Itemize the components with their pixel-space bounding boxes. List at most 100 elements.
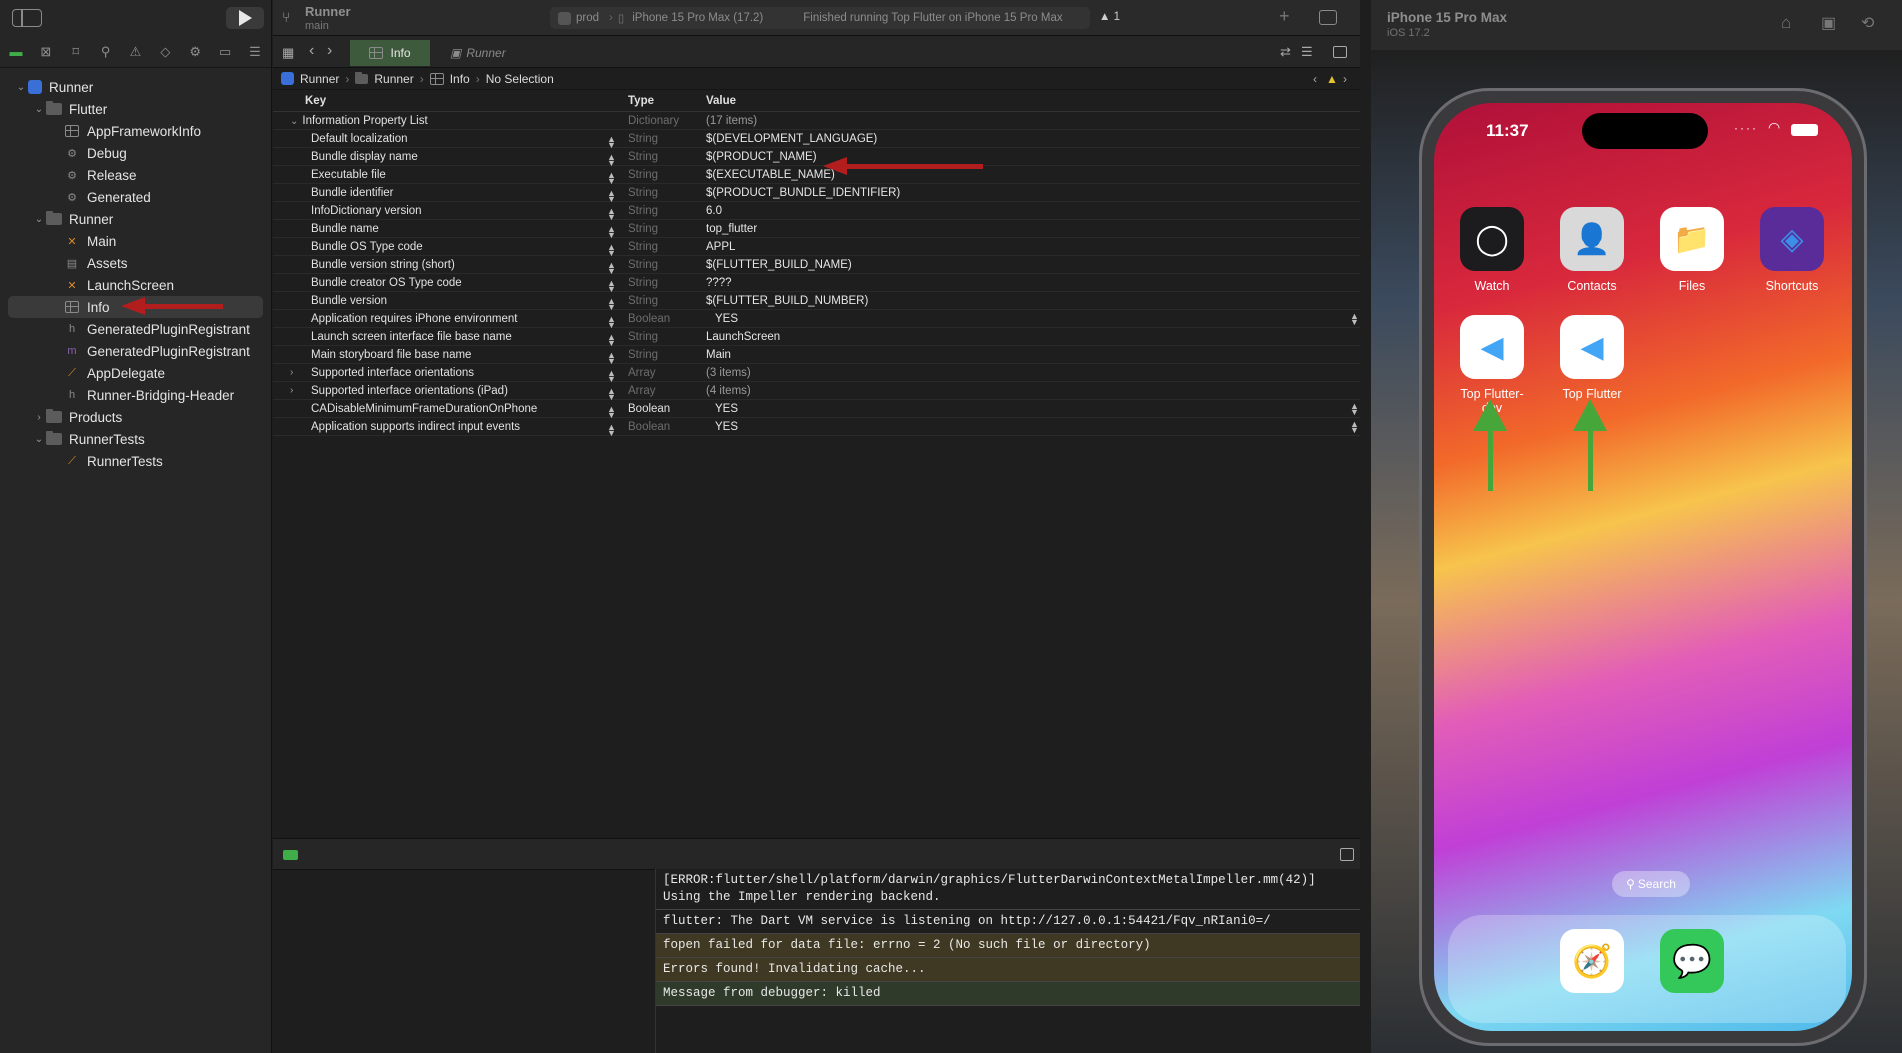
plist-value[interactable]: APPL bbox=[706, 241, 1360, 253]
plist-value[interactable]: YES ▲ ▼ bbox=[706, 420, 1360, 435]
inspector-toggle-icon[interactable] bbox=[1319, 10, 1337, 25]
key-stepper-icon[interactable]: ▲ ▼ bbox=[607, 242, 616, 257]
warning-icon[interactable]: ▲ bbox=[1326, 72, 1338, 86]
disclosure-icon[interactable]: ⌄ bbox=[32, 214, 46, 225]
source-control-icon[interactable]: ⊠ bbox=[38, 44, 54, 60]
column-key[interactable]: Key bbox=[273, 95, 624, 107]
warning-icon[interactable]: ⚠ bbox=[128, 44, 144, 60]
plist-value[interactable]: (4 items) bbox=[706, 385, 1360, 397]
tree-item[interactable]: ⚙ Debug bbox=[0, 142, 271, 164]
plist-type[interactable]: String bbox=[624, 187, 706, 199]
safari-icon[interactable]: 🧭 bbox=[1560, 929, 1624, 993]
plist-value[interactable]: $(FLUTTER_BUILD_NUMBER) bbox=[706, 295, 1360, 307]
tree-item[interactable]: ⌄ Runner bbox=[0, 208, 271, 230]
plist-type[interactable]: String bbox=[624, 169, 706, 181]
plist-row[interactable]: › Supported interface orientations ▲ ▼ Array… bbox=[273, 364, 1360, 383]
plist-type[interactable]: String bbox=[624, 133, 706, 145]
key-stepper-icon[interactable]: ▲ ▼ bbox=[607, 296, 616, 311]
folder-icon[interactable]: ▬ bbox=[8, 44, 24, 60]
tree-item[interactable]: AppFrameworkInfo bbox=[0, 120, 271, 142]
next-issue-icon[interactable]: › bbox=[1343, 72, 1347, 86]
plist-row[interactable]: Bundle name ▲ ▼ String top_flutter bbox=[273, 220, 1360, 239]
plist-value[interactable]: $(PRODUCT_BUNDLE_IDENTIFIER) bbox=[706, 187, 1360, 199]
plist-row[interactable]: Application requires iPhone environment ▲… bbox=[273, 310, 1360, 329]
breadcrumb-item[interactable]: Runner bbox=[300, 72, 339, 86]
plist-value[interactable]: ???? bbox=[706, 277, 1360, 289]
app-icon-top-flutter[interactable]: ◀ Top Flutter bbox=[1560, 315, 1624, 401]
key-stepper-icon[interactable]: ▲ ▼ bbox=[607, 350, 616, 365]
editor-options-icon[interactable]: ☰ bbox=[1301, 44, 1313, 60]
home-search-pill[interactable]: ⚲ Search bbox=[1612, 871, 1690, 897]
plist-type[interactable]: String bbox=[624, 349, 706, 361]
key-stepper-icon[interactable]: ▲ ▼ bbox=[607, 188, 616, 203]
breadcrumb-item[interactable]: Info bbox=[450, 72, 470, 86]
tree-item[interactable]: ⟋ AppDelegate bbox=[0, 362, 271, 384]
forward-icon[interactable]: › bbox=[327, 42, 332, 60]
tree-item[interactable]: ⚙ Release bbox=[0, 164, 271, 186]
tree-item[interactable]: ⌄ Flutter bbox=[0, 98, 271, 120]
plist-row[interactable]: Application supports indirect input even… bbox=[273, 418, 1360, 437]
tree-item[interactable]: ✕ LaunchScreen bbox=[0, 274, 271, 296]
plist-type[interactable]: String bbox=[624, 277, 706, 289]
disclosure-closed-icon[interactable]: › bbox=[290, 385, 293, 396]
debug-area-toggle-icon[interactable] bbox=[283, 850, 298, 860]
plist-row[interactable]: › Supported interface orientations (iPad)… bbox=[273, 382, 1360, 401]
scheme-name[interactable]: prod bbox=[576, 12, 599, 24]
plist-type[interactable]: Boolean bbox=[624, 421, 706, 433]
app-icon-watch[interactable]: ◯ Watch bbox=[1460, 207, 1524, 293]
plist-row[interactable]: Default localization ▲ ▼ String $(DEVELOPMEN… bbox=[273, 130, 1360, 149]
disclosure-open-icon[interactable]: ⌄ bbox=[290, 116, 298, 127]
plist-row[interactable]: Executable file ▲ ▼ String $(EXECUTABLE_NAME… bbox=[273, 166, 1360, 185]
key-stepper-icon[interactable]: ▲ ▼ bbox=[607, 170, 616, 185]
app-icon-contacts[interactable]: 👤 Contacts bbox=[1560, 207, 1624, 293]
plist-row[interactable]: Bundle creator OS Type code ▲ ▼ String???? bbox=[273, 274, 1360, 293]
plist-row[interactable]: InfoDictionary version ▲ ▼ String 6.0 bbox=[273, 202, 1360, 221]
plist-type[interactable]: String bbox=[624, 151, 706, 163]
console-output[interactable]: [ERROR:flutter/shell/platform/darwin/gra… bbox=[655, 869, 1360, 1053]
add-icon[interactable]: + bbox=[1279, 6, 1290, 27]
plist-row[interactable]: Bundle version ▲ ▼ String $(FLUTTER_BUILD_NU… bbox=[273, 292, 1360, 311]
popup-stepper-icon[interactable]: ▲ ▼ bbox=[1350, 402, 1359, 417]
key-stepper-icon[interactable]: ▲ ▼ bbox=[607, 404, 616, 419]
iphone-screen[interactable]: 11:37 ···· ◠ ◯ Watch 👤 Contacts 📁 Files ◈ Short… bbox=[1434, 103, 1852, 1031]
test-icon[interactable]: ◇ bbox=[157, 44, 173, 60]
key-stepper-icon[interactable]: ▲ ▼ bbox=[607, 314, 616, 329]
tab-runner[interactable]: ▣ Runner bbox=[450, 46, 506, 60]
back-icon[interactable]: ‹ bbox=[309, 42, 314, 60]
run-button[interactable] bbox=[226, 7, 264, 29]
related-files-icon[interactable]: ⇄ bbox=[1280, 44, 1291, 60]
tree-item[interactable]: ⌄ RunnerTests bbox=[0, 428, 271, 450]
run-destination[interactable]: iPhone 15 Pro Max (17.2) bbox=[632, 12, 763, 24]
plist-value[interactable]: $(EXECUTABLE_NAME) bbox=[706, 169, 1360, 181]
plist-row[interactable]: Bundle version string (short) ▲ ▼ String $(F… bbox=[273, 256, 1360, 275]
bookmark-icon[interactable]: ⌑ bbox=[68, 44, 84, 60]
key-stepper-icon[interactable]: ▲ ▼ bbox=[607, 422, 616, 437]
home-icon[interactable]: ⌂ bbox=[1781, 13, 1791, 33]
grid-icon[interactable]: ▦ bbox=[282, 45, 294, 61]
plist-value[interactable]: YES ▲ ▼ bbox=[706, 312, 1360, 327]
plist-type[interactable]: Boolean bbox=[624, 403, 706, 415]
activity-view[interactable]: prod › ▯ iPhone 15 Pro Max (17.2) Finish… bbox=[550, 7, 1090, 29]
plist-row[interactable]: Bundle display name ▲ ▼ String $(PRODUCT_NAM… bbox=[273, 148, 1360, 167]
tree-item[interactable]: ⟋ RunnerTests bbox=[0, 450, 271, 472]
plist-row[interactable]: Launch screen interface file base name ▲ ▼… bbox=[273, 328, 1360, 347]
plist-value[interactable]: top_flutter bbox=[706, 223, 1360, 235]
plist-row[interactable]: Main storyboard file base name ▲ ▼ String Ma… bbox=[273, 346, 1360, 365]
plist-type[interactable]: String bbox=[624, 331, 706, 343]
disclosure-icon[interactable]: › bbox=[32, 412, 46, 423]
app-icon-files[interactable]: 📁 Files bbox=[1660, 207, 1724, 293]
tree-item[interactable]: ⌄ Runner bbox=[0, 76, 271, 98]
plist-value[interactable]: LaunchScreen bbox=[706, 331, 1360, 343]
plist-row[interactable]: CADisableMinimumFrameDurationOnPhone ▲ ▼ Bo… bbox=[273, 400, 1360, 419]
disclosure-closed-icon[interactable]: › bbox=[290, 367, 293, 378]
popup-stepper-icon[interactable]: ▲ ▼ bbox=[1350, 420, 1359, 435]
plist-value[interactable]: $(DEVELOPMENT_LANGUAGE) bbox=[706, 133, 1360, 145]
tree-item[interactable]: h Runner-Bridging-Header bbox=[0, 384, 271, 406]
column-value[interactable]: Value bbox=[706, 95, 1360, 107]
plist-type[interactable]: Array bbox=[624, 385, 706, 397]
plist-type[interactable]: String bbox=[624, 223, 706, 235]
disclosure-icon[interactable]: ⌄ bbox=[32, 104, 46, 115]
plist-type[interactable]: Boolean bbox=[624, 313, 706, 325]
plist-value[interactable]: (3 items) bbox=[706, 367, 1360, 379]
app-icon-shortcuts[interactable]: ◈ Shortcuts bbox=[1760, 207, 1824, 293]
